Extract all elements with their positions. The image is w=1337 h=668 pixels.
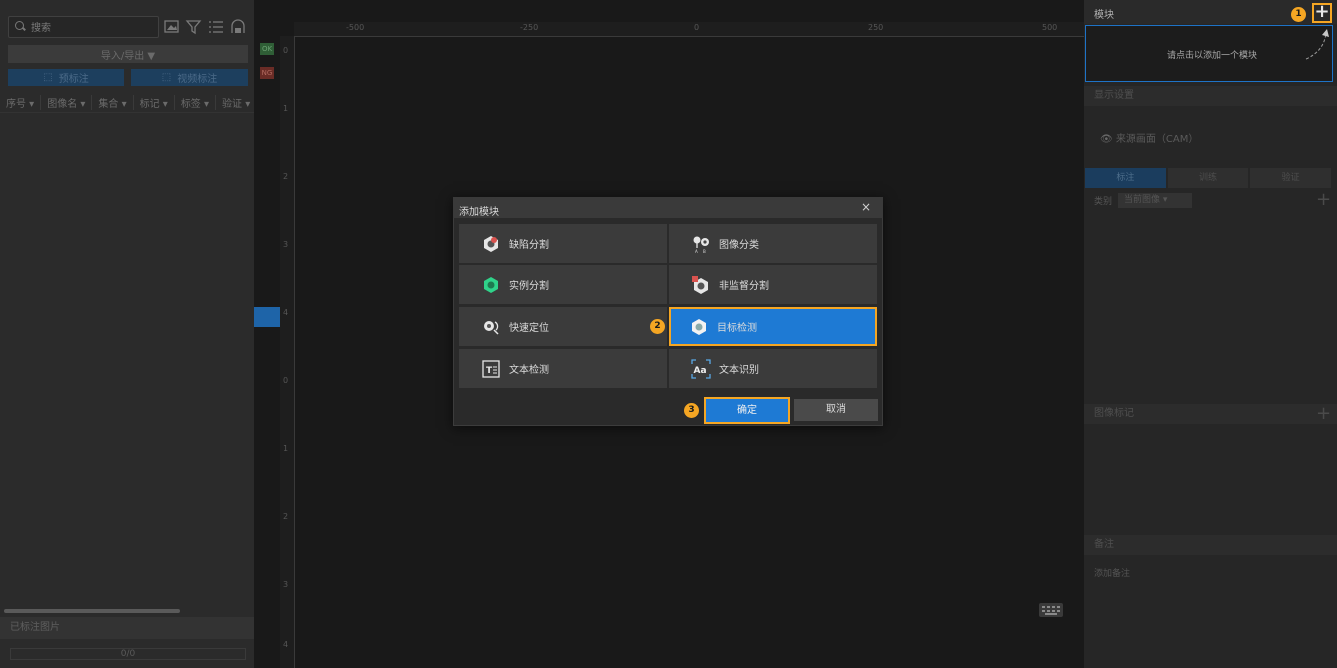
ruler-label: 500 (1042, 23, 1058, 32)
option-unsupervised-segmentation[interactable]: 非监督分割 (669, 265, 877, 304)
option-image-classification[interactable]: AB 图像分类 (669, 224, 877, 263)
eye-icon[interactable]: 👁 (1100, 134, 1113, 145)
add-module-hint: 请点击以添加一个模块 (1167, 51, 1258, 61)
ruler-label: 3 (283, 240, 289, 249)
tab-verify[interactable]: 验证 (1250, 168, 1332, 188)
labeled-images-section[interactable]: 已标注图片 (0, 617, 254, 639)
fast-positioning-icon (484, 320, 499, 335)
list-view-icon[interactable] (207, 18, 225, 36)
col-set[interactable]: 集合 ▾ (92, 94, 134, 110)
filter-icon[interactable] (185, 18, 203, 36)
option-defect-segmentation[interactable]: 缺陷分割 (459, 224, 667, 263)
svg-text:Aa: Aa (694, 366, 707, 376)
svg-text:A: A (695, 249, 698, 254)
vertical-ruler: 0 1 2 3 4 0 1 2 3 4 (280, 36, 295, 668)
step-1-badge: 1 (1291, 7, 1306, 22)
search-input[interactable] (29, 19, 158, 37)
col-image-name[interactable]: 图像名 ▾ (41, 94, 93, 110)
add-module-button[interactable]: + (1312, 3, 1332, 23)
add-class-icon[interactable]: + (1316, 191, 1331, 209)
text-recognition-icon: Aa (691, 358, 711, 379)
col-mark[interactable]: 标记 ▾ (134, 94, 175, 110)
text-detection-icon: T (482, 359, 500, 378)
add-note-field[interactable]: 添加备注 (1094, 566, 1130, 579)
module-title: 模块 (1094, 10, 1114, 21)
horizontal-ruler: -500 -250 0 250 500 (294, 22, 1084, 37)
object-detection-icon (692, 318, 706, 335)
notes-header: 备注 (1084, 535, 1337, 555)
image-marks-header[interactable]: 图像标记 (1084, 404, 1337, 424)
option-fast-positioning[interactable]: 快速定位 (459, 307, 667, 346)
defect-segmentation-icon (484, 235, 498, 252)
class-select[interactable]: 当前图像 ▾ (1118, 193, 1193, 208)
image-filter-icon[interactable] (163, 18, 181, 36)
ruler-label: 250 (868, 23, 884, 32)
svg-text:B: B (703, 249, 706, 254)
ruler-label: -500 (346, 23, 365, 32)
import-export-button[interactable]: 导入/导出 ▼ (8, 45, 248, 63)
ruler-label: 0 (283, 46, 289, 55)
class-row: 类别 当前图像 ▾ (1094, 193, 1193, 208)
option-text-recognition[interactable]: Aa 文本识别 (669, 349, 877, 388)
ruler-label: 0 (283, 376, 289, 385)
display-settings-header[interactable]: 显示设置 (1084, 86, 1337, 106)
dialog-titlebar (453, 197, 883, 218)
confirm-button[interactable]: 确定 (704, 397, 790, 424)
step-2-badge: 2 (650, 319, 665, 334)
label-progress: 0/0 (10, 648, 246, 660)
tab-label[interactable]: 标注 (1085, 168, 1166, 188)
ok-badge[interactable]: OK (260, 43, 274, 55)
unsupervised-segmentation-icon (692, 275, 708, 294)
display-source-label: 来源画面（CAM） (1115, 134, 1199, 145)
ruler-label: 0 (694, 23, 700, 32)
search-field[interactable] (8, 16, 159, 38)
close-icon[interactable]: × (859, 200, 873, 214)
panel-tabs: 标注 训练 验证 (1085, 168, 1333, 188)
ruler-label: 4 (283, 640, 289, 649)
keyboard-icon[interactable] (1039, 603, 1063, 617)
camera-icon[interactable] (229, 18, 247, 36)
col-verify[interactable]: 验证 ▾ (216, 94, 258, 110)
col-index[interactable]: 序号 ▾ (0, 94, 42, 110)
cancel-button[interactable]: 取消 (794, 399, 878, 421)
option-object-detection[interactable]: 目标检测 (669, 307, 877, 346)
add-mark-icon[interactable]: + (1316, 405, 1331, 423)
video-label-button[interactable]: ⬚ 视频标注 (131, 69, 248, 86)
option-instance-segmentation[interactable]: 实例分割 (459, 265, 667, 304)
current-image-marker (254, 307, 280, 327)
dialog-title: 添加模块 (459, 207, 499, 218)
ruler-label: 2 (283, 512, 289, 521)
ng-badge[interactable]: NG (260, 67, 274, 79)
ruler-label: 4 (283, 308, 289, 317)
horizontal-scrollbar[interactable] (4, 609, 180, 613)
class-label: 类别 (1094, 197, 1113, 207)
image-classification-icon: AB (693, 236, 709, 254)
pre-label-icon: ⬚ (43, 72, 53, 83)
col-label[interactable]: 标签 ▾ (175, 94, 217, 110)
ruler-label: -250 (520, 23, 539, 32)
pre-label-button[interactable]: ⬚ 预标注 (8, 69, 124, 86)
display-source-row[interactable]: 👁 来源画面（CAM） (1100, 130, 1198, 145)
search-icon (15, 21, 24, 30)
svg-text:T: T (486, 366, 493, 376)
ruler-label: 2 (283, 172, 289, 181)
dashed-arrow-icon (1305, 29, 1329, 60)
ruler-label: 3 (283, 580, 289, 589)
ruler-label: 1 (283, 104, 289, 113)
video-label-icon: ⬚ (161, 72, 172, 83)
ruler-label: 1 (283, 444, 289, 453)
image-table-header: 序号 ▾ 图像名 ▾ 集合 ▾ 标记 ▾ 标签 ▾ 验证 ▾ (0, 92, 258, 113)
option-text-detection[interactable]: T 文本检测 (459, 349, 667, 388)
instance-segmentation-icon (484, 276, 498, 293)
tab-train[interactable]: 训练 (1167, 168, 1249, 188)
step-3-badge: 3 (684, 403, 699, 418)
